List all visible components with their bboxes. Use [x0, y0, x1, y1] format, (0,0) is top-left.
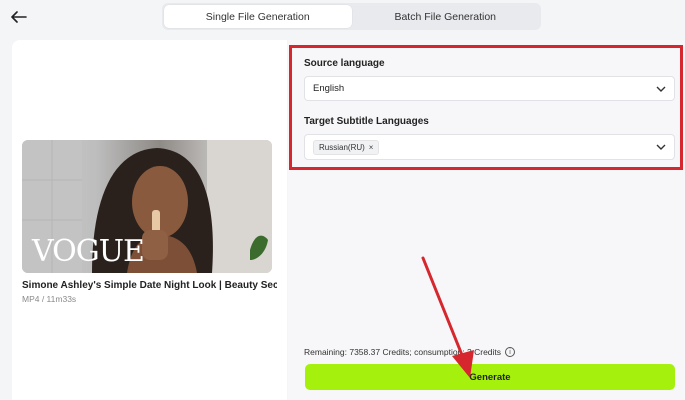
arrow-left-icon [11, 11, 27, 23]
credits-info: Remaining: 7358.37 Credits; consumption:… [304, 347, 516, 357]
back-button[interactable] [8, 6, 30, 28]
source-language-value: English [313, 83, 345, 94]
target-languages-select[interactable]: Russian(RU) × [304, 134, 675, 160]
chevron-down-icon [656, 86, 666, 92]
language-tag: Russian(RU) × [313, 139, 380, 155]
tab-single-file-generation[interactable]: Single File Generation [164, 5, 352, 28]
chevron-down-icon [656, 144, 666, 150]
video-thumbnail[interactable]: VOGUE [22, 140, 272, 273]
remove-tag-icon[interactable]: × [369, 143, 374, 152]
credits-text: Remaining: 7358.37 Credits; consumption:… [304, 347, 502, 357]
target-languages-label: Target Subtitle Languages [304, 116, 429, 127]
video-meta: MP4 / 11m33s [22, 294, 77, 304]
source-language-select[interactable]: English [304, 76, 675, 101]
video-title: Simone Ashley's Simple Date Night Look |… [22, 280, 277, 291]
generation-mode-tabs: Single File Generation Batch File Genera… [162, 3, 541, 30]
language-tag-label: Russian(RU) [319, 142, 365, 152]
vogue-watermark: VOGUE [32, 234, 145, 269]
info-icon[interactable]: i [505, 347, 516, 357]
tab-batch-file-generation[interactable]: Batch File Generation [352, 5, 540, 28]
generate-button[interactable]: Generate [305, 364, 675, 390]
source-language-label: Source language [304, 58, 385, 69]
